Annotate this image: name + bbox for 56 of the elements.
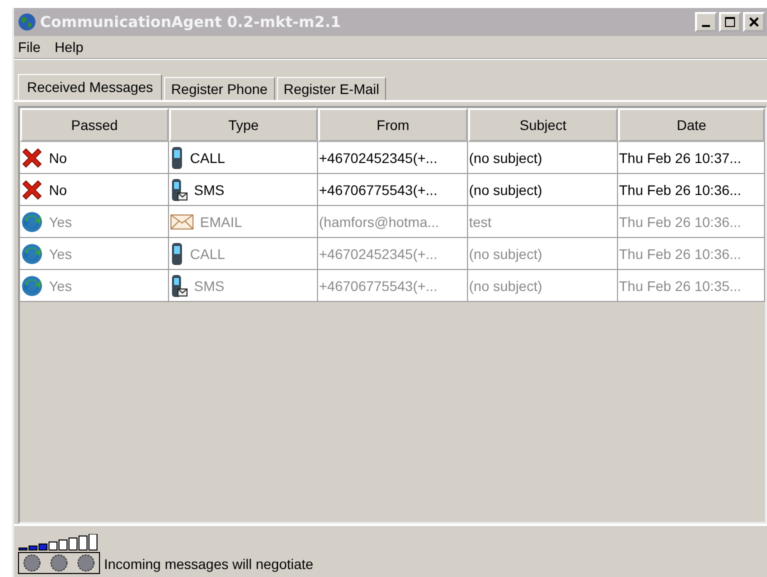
column-header[interactable]: Subject xyxy=(468,108,618,142)
table-cell: (no subject) xyxy=(468,270,618,302)
column-header[interactable]: From xyxy=(318,108,468,142)
cross-icon xyxy=(21,146,43,168)
status-text: Yes xyxy=(49,246,72,262)
table-cell: +46702452345(+... xyxy=(318,238,468,270)
close-icon xyxy=(749,17,759,27)
type-text: EMAIL xyxy=(200,214,242,230)
column-header[interactable]: Type xyxy=(169,108,318,142)
signal-meter-icon xyxy=(18,534,100,552)
column-header[interactable]: Date xyxy=(618,108,765,142)
status-text: Yes xyxy=(49,214,72,230)
globe-icon xyxy=(18,13,36,31)
minimize-icon xyxy=(702,25,710,27)
status-text: Incoming messages will negotiate xyxy=(104,556,314,572)
status-text: No xyxy=(49,182,67,198)
menu-item[interactable]: File xyxy=(18,39,41,55)
table-cell: Thu Feb 26 10:35... xyxy=(618,270,765,302)
tab[interactable]: Register E-Mail xyxy=(276,77,386,100)
minimize-button[interactable] xyxy=(695,12,717,32)
table-cell: (no subject) xyxy=(468,238,618,270)
type-text: CALL xyxy=(190,150,226,166)
type-text: SMS xyxy=(194,278,224,294)
table-cell: Thu Feb 26 10:36... xyxy=(618,238,765,270)
envelope-icon xyxy=(170,212,194,230)
table-cell: Thu Feb 26 10:36... xyxy=(618,174,765,206)
phone-with-envelope-icon xyxy=(170,178,188,202)
table-cell: (hamfors@hotma... xyxy=(318,206,468,238)
cross-icon xyxy=(21,178,43,200)
table-cell: (no subject) xyxy=(468,174,618,206)
phone-with-envelope-icon xyxy=(170,274,188,298)
tab[interactable]: Received Messages xyxy=(18,74,162,100)
table-cell: +46706775543(+... xyxy=(318,270,468,302)
type-text: SMS xyxy=(194,182,224,198)
close-button[interactable] xyxy=(743,12,765,32)
type-text: CALL xyxy=(190,246,226,262)
table-cell: +46702452345(+... xyxy=(318,142,468,174)
table-cell: (no subject) xyxy=(468,142,618,174)
tab[interactable]: Register Phone xyxy=(164,77,275,100)
table-cell: +46706775543(+... xyxy=(318,174,468,206)
table-cell: Thu Feb 26 10:36... xyxy=(618,206,765,238)
status-text: Yes xyxy=(49,278,72,294)
refresh-arrows-icon xyxy=(21,274,43,296)
table-cell: test xyxy=(468,206,618,238)
refresh-arrows-icon xyxy=(21,210,43,232)
mobile-phone-icon xyxy=(170,242,184,266)
maximize-icon xyxy=(725,17,735,27)
maximize-button[interactable] xyxy=(719,12,741,32)
mobile-phone-icon xyxy=(170,146,184,170)
status-lights-icon xyxy=(18,552,100,574)
column-header[interactable]: Passed xyxy=(20,108,169,142)
window-title: CommunicationAgent 0.2-mkt-m2.1 xyxy=(40,13,341,31)
status-text: No xyxy=(49,150,67,166)
table-cell: Thu Feb 26 10:37... xyxy=(618,142,765,174)
menu-item[interactable]: Help xyxy=(54,39,84,55)
refresh-arrows-icon xyxy=(21,242,43,264)
